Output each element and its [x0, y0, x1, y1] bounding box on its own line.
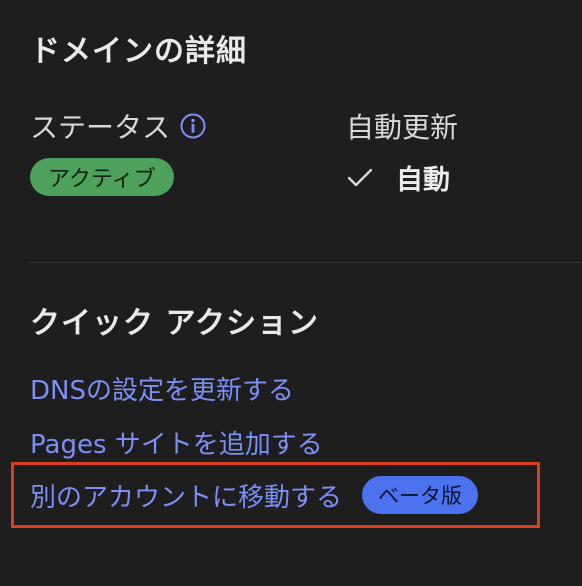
- move-account-link[interactable]: 別のアカウントに移動する: [30, 477, 342, 514]
- status-label: ステータス: [30, 111, 171, 144]
- move-account-row: 別のアカウントに移動する ベータ版: [30, 476, 479, 514]
- beta-badge: ベータ版: [362, 476, 479, 514]
- add-pages-site-link[interactable]: Pages サイトを追加する: [30, 424, 323, 461]
- auto-renew-label: 自動更新: [346, 111, 459, 144]
- quick-actions-title: クイック アクション: [30, 306, 319, 341]
- info-icon[interactable]: [180, 113, 206, 139]
- update-dns-link[interactable]: DNSの設定を更新する: [30, 370, 294, 407]
- section-divider: [30, 262, 582, 263]
- checkmark-icon: [346, 164, 374, 192]
- status-badge: アクティブ: [30, 158, 174, 196]
- auto-renew-value: 自動: [396, 165, 450, 196]
- auto-renew-value-row: 自動: [346, 158, 450, 197]
- status-label-row: ステータス: [30, 106, 206, 146]
- domain-details-title: ドメインの詳細: [30, 34, 247, 69]
